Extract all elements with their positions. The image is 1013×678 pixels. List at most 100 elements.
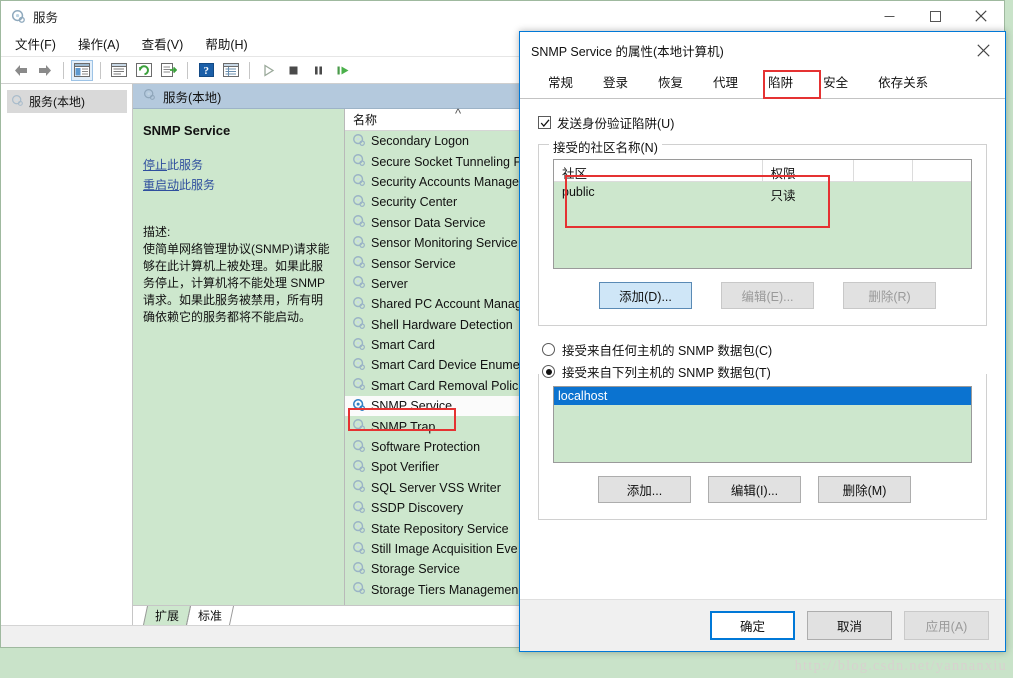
checkbox-send-auth-trap[interactable] bbox=[538, 116, 551, 129]
menu-action[interactable]: 操作(A) bbox=[78, 34, 120, 53]
service-name: Spot Verifier bbox=[371, 460, 440, 475]
dialog-footer: 确定 取消 应用(A) bbox=[520, 599, 1005, 651]
detail-description-text: 使简单网络管理协议(SNMP)请求能够在此计算机上被处理。如果此服务停止，计算机… bbox=[143, 242, 330, 324]
cancel-button[interactable]: 取消 bbox=[807, 611, 892, 640]
dialog-tab-5[interactable]: 安全 bbox=[808, 66, 864, 98]
window-titlebar: 服务 bbox=[1, 1, 1004, 31]
services-gear-icon bbox=[11, 9, 26, 24]
tree-item-label: 服务(本地) bbox=[29, 95, 85, 109]
service-name: SNMP Service bbox=[371, 399, 453, 414]
service-name: Security Accounts Manage bbox=[371, 174, 519, 189]
tab-standard[interactable]: 标准 bbox=[185, 606, 235, 625]
close-icon[interactable] bbox=[958, 1, 1004, 31]
service-name: SSDP Discovery bbox=[371, 501, 464, 516]
detail-service-name: SNMP Service bbox=[143, 123, 231, 138]
show-hide-tree-icon[interactable] bbox=[71, 59, 93, 81]
community-delete-button: 删除(R) bbox=[843, 282, 936, 309]
accept-listed-hosts-label: 接受来自下列主机的 SNMP 数据包(T) bbox=[562, 366, 771, 380]
community-col-rights[interactable]: 权限 bbox=[763, 160, 855, 181]
show-list-icon[interactable] bbox=[220, 60, 242, 81]
tree-pane: 服务(本地) bbox=[1, 84, 133, 625]
service-gear-icon bbox=[352, 439, 366, 456]
export-list-icon[interactable] bbox=[158, 60, 180, 81]
restart-service-link-text: 重启动 bbox=[143, 178, 180, 192]
stop-service-link[interactable]: 停止此服务 bbox=[143, 156, 334, 173]
community-add-button[interactable]: 添加(D)... bbox=[599, 282, 692, 309]
host-delete-button[interactable]: 删除(M) bbox=[818, 476, 911, 503]
dialog-tab-0[interactable]: 常规 bbox=[533, 66, 588, 98]
ok-button[interactable]: 确定 bbox=[710, 611, 795, 640]
service-name: Storage Service bbox=[371, 562, 460, 577]
service-gear-icon bbox=[352, 541, 366, 558]
community-table[interactable]: 社区 权限 public 只读 bbox=[553, 159, 972, 269]
forward-arrow-icon[interactable] bbox=[34, 60, 56, 81]
service-gear-icon bbox=[352, 337, 366, 354]
list-item[interactable]: localhost bbox=[554, 387, 971, 405]
service-gear-icon bbox=[352, 255, 366, 272]
host-add-button[interactable]: 添加... bbox=[598, 476, 691, 503]
pause-service-icon[interactable] bbox=[307, 60, 329, 81]
toolbar-separator bbox=[187, 61, 188, 79]
service-gear-icon bbox=[352, 296, 366, 313]
service-gear-icon bbox=[352, 479, 366, 496]
community-edit-button: 编辑(E)... bbox=[721, 282, 814, 309]
service-gear-icon bbox=[352, 133, 366, 150]
menu-file[interactable]: 文件(F) bbox=[15, 34, 56, 53]
dialog-tab-2[interactable]: 恢复 bbox=[643, 66, 698, 98]
service-name: Shell Hardware Detection bbox=[371, 317, 513, 332]
maximize-icon[interactable] bbox=[912, 1, 958, 31]
properties-icon[interactable] bbox=[108, 60, 130, 81]
restart-service-icon[interactable] bbox=[332, 60, 354, 81]
service-gear-icon bbox=[352, 377, 366, 394]
table-row[interactable]: public 只读 bbox=[554, 182, 971, 204]
sort-ascending-icon: ^ bbox=[455, 106, 462, 121]
radio-selected-dot bbox=[545, 368, 552, 375]
dialog-tab-3[interactable]: 代理 bbox=[698, 66, 753, 98]
community-cell-extra2 bbox=[913, 182, 971, 204]
community-col-name[interactable]: 社区 bbox=[554, 160, 763, 181]
dialog-tab-6[interactable]: 依存关系 bbox=[863, 66, 943, 98]
accept-any-host-label: 接受来自任何主机的 SNMP 数据包(C) bbox=[562, 344, 773, 358]
service-gear-icon bbox=[352, 520, 366, 537]
restart-service-link[interactable]: 重启动此服务 bbox=[143, 176, 334, 193]
accept-any-host-row[interactable]: 接受来自任何主机的 SNMP 数据包(C) bbox=[542, 340, 987, 359]
window-controls bbox=[866, 1, 1004, 31]
menu-view[interactable]: 查看(V) bbox=[142, 34, 184, 53]
tab-standard-label: 标准 bbox=[198, 609, 223, 623]
menu-help[interactable]: 帮助(H) bbox=[205, 34, 247, 53]
dialog-tab-4[interactable]: 陷阱 bbox=[753, 66, 808, 98]
refresh-icon[interactable] bbox=[133, 60, 155, 81]
service-name: State Repository Service bbox=[371, 521, 509, 536]
service-name: Security Center bbox=[371, 195, 458, 210]
host-list[interactable]: localhost bbox=[553, 386, 972, 463]
radio-accept-listed-hosts[interactable] bbox=[542, 365, 555, 378]
host-edit-button[interactable]: 编辑(I)... bbox=[708, 476, 801, 503]
community-col-extra2[interactable] bbox=[913, 160, 971, 181]
window-title: 服务 bbox=[33, 10, 59, 25]
service-name: Storage Tiers Managemen bbox=[371, 582, 519, 597]
service-gear-icon bbox=[352, 459, 366, 476]
send-auth-trap-label: 发送身份验证陷阱(U) bbox=[557, 117, 675, 131]
send-auth-trap-row[interactable]: 发送身份验证陷阱(U) bbox=[538, 113, 987, 132]
minimize-icon[interactable] bbox=[866, 1, 912, 31]
apply-button: 应用(A) bbox=[904, 611, 989, 640]
start-service-icon[interactable] bbox=[257, 60, 279, 81]
dialog-body: 发送身份验证陷阱(U) 接受的社区名称(N) 社区 权限 public 只读 添… bbox=[520, 99, 1005, 599]
stop-service-icon[interactable] bbox=[282, 60, 304, 81]
tree-item-services-local[interactable]: 服务(本地) bbox=[7, 90, 127, 113]
back-arrow-icon[interactable] bbox=[9, 60, 31, 81]
close-icon[interactable] bbox=[961, 32, 1005, 68]
community-col-extra1[interactable] bbox=[854, 160, 913, 181]
dialog-tabs[interactable]: 常规 登录 恢复 代理 陷阱 安全 依存关系 bbox=[520, 66, 1005, 99]
column-header-name[interactable]: 名称 ^ bbox=[345, 106, 461, 128]
stop-service-link-text: 停止 bbox=[143, 158, 168, 172]
dialog-tab-1[interactable]: 登录 bbox=[588, 66, 643, 98]
radio-accept-any-host[interactable] bbox=[542, 343, 555, 356]
accepted-community-groupbox: 接受的社区名称(N) 社区 权限 public 只读 添加(D)... 编辑(E… bbox=[538, 137, 987, 326]
service-name: Secure Socket Tunneling P bbox=[371, 154, 522, 169]
service-name: Smart Card bbox=[371, 338, 435, 353]
tab-extended[interactable]: 扩展 bbox=[142, 606, 192, 625]
service-gear-icon bbox=[352, 398, 366, 415]
service-name: SNMP Trap bbox=[371, 419, 436, 434]
help-icon[interactable]: ? bbox=[195, 60, 217, 81]
